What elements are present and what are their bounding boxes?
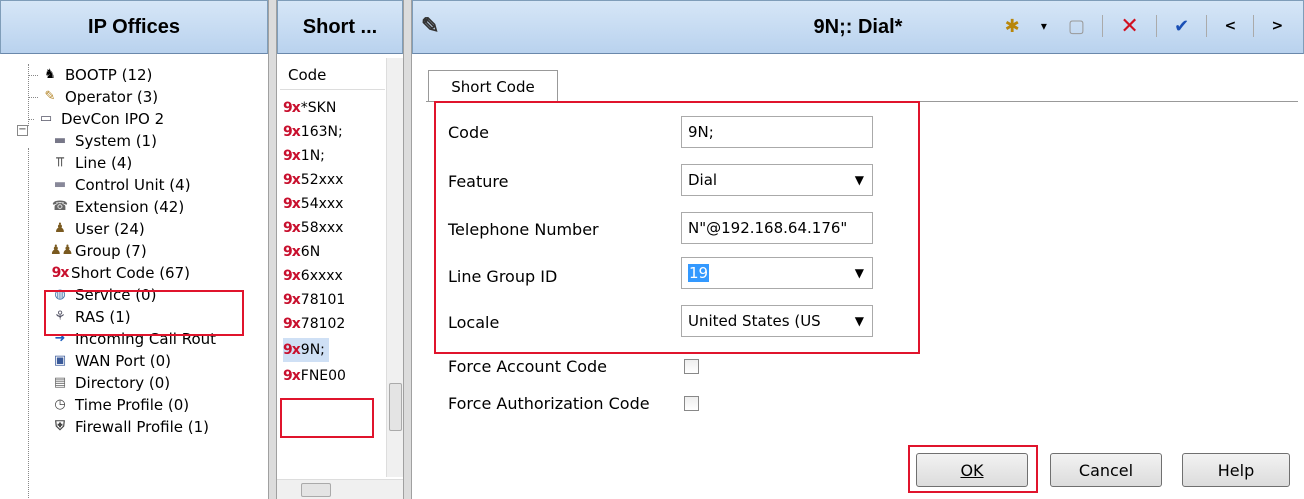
list-item[interactable]: 9x FNE00 [283,364,346,388]
force-authorization-code-label: Force Authorization Code [448,393,650,413]
wan-port-icon: ▣ [53,353,67,368]
tree-item-group[interactable]: ♟♟ Group (7) [50,240,147,262]
collapse-icon[interactable]: − [17,125,28,136]
help-button[interactable]: Help [1182,453,1290,487]
dropdown-icon[interactable]: ▾ [1037,19,1051,33]
scrollbar-thumb[interactable] [301,483,331,497]
force-authorization-code-checkbox[interactable] [684,396,699,411]
short-code-icon: 9x [283,172,301,188]
tree-view: − ♞ BOOTP (12) ✎ Operator (3) ▭ DevCon I… [0,64,268,499]
short-code-icon: 9x [51,265,70,281]
delete-icon[interactable]: ✕ [1116,14,1142,39]
navigation-tree-pane: IP Offices − ♞ BOOTP (12) ✎ Operator (3)… [0,0,268,499]
list-item[interactable]: 9x 6xxxx [283,264,343,288]
column-header-code[interactable]: Code [280,60,385,90]
tree-item-wan-port[interactable]: ▣ WAN Port (0) [50,350,171,372]
list-item-selected[interactable]: 9x 9N; [283,338,329,362]
list-item[interactable]: 9x *SKN [283,96,336,120]
short-code-icon: 9x [283,268,301,284]
extension-icon: ☎ [51,199,69,214]
tree-item-devcon-ipo[interactable]: ▭ DevCon IPO 2 [28,108,164,130]
short-code-icon: 9x [283,124,301,140]
directory-icon: ▤ [53,375,67,390]
horizontal-scrollbar[interactable] [277,479,403,499]
tree-item-user[interactable]: ♟ User (24) [50,218,145,240]
list-item[interactable]: 9x 6N [283,240,320,264]
short-code-icon: 9x [283,100,301,116]
short-code-icon: 9x [283,292,301,308]
highlight-short-code-tree [44,290,244,336]
list-item[interactable]: 9x 78102 [283,312,345,336]
time-profile-icon: ◷ [54,397,66,412]
system-icon: ▬ [53,133,67,148]
force-account-code-checkbox[interactable] [684,359,699,374]
record-toolbar: ✱ ▾ ▢ ✕ ✔ < > [994,6,1294,46]
tree-item-bootp[interactable]: ♞ BOOTP (12) [28,64,152,86]
record-title: 9N;: Dial* [813,15,903,38]
vertical-scrollbar[interactable] [386,58,403,477]
validate-icon[interactable]: ✔ [1170,16,1193,37]
bootp-icon: ♞ [44,67,56,82]
list-item[interactable]: 9x 78101 [283,288,345,312]
firewall-profile-icon: ⛨ [55,419,65,434]
operator-icon: ✎ [44,89,56,104]
next-icon[interactable]: > [1268,18,1288,34]
export-icon[interactable]: ▢ [1064,16,1089,37]
pane-title: IP Offices [0,0,268,54]
previous-icon[interactable]: < [1221,18,1241,34]
highlight-form-fields [434,101,920,354]
tree-item-directory[interactable]: ▤ Directory (0) [50,372,170,394]
right-splitter[interactable] [403,0,412,499]
tab-short-code[interactable]: Short Code [428,70,558,102]
tree-item-operator[interactable]: ✎ Operator (3) [28,86,158,108]
control-unit-icon: ▬ [53,177,67,192]
tree-item-line[interactable]: ⫪ Line (4) [50,152,132,174]
force-account-code-label: Force Account Code [448,356,608,376]
ipoffice-icon: ▭ [39,111,53,126]
tree-item-time-profile[interactable]: ◷ Time Profile (0) [50,394,189,416]
edit-record-icon: ✎ [421,13,440,38]
short-code-icon: 9x [283,368,301,384]
tree-item-control-unit[interactable]: ▬ Control Unit (4) [50,174,191,196]
list-item[interactable]: 9x 52xxx [283,168,343,192]
short-code-icon: 9x [283,148,301,164]
short-code-icon: 9x [283,342,301,358]
list-item[interactable]: 9x 163N; [283,120,343,144]
tree-item-extension[interactable]: ☎ Extension (42) [50,196,184,218]
short-code-icon: 9x [283,196,301,212]
list-item[interactable]: 9x 54xxx [283,192,343,216]
short-code-icon: 9x [283,244,301,260]
highlight-ok-button [908,445,1038,493]
short-code-icon: 9x [283,220,301,236]
left-splitter[interactable] [268,0,277,499]
scrollbar-thumb[interactable] [389,383,402,431]
list-item[interactable]: 9x 1N; [283,144,325,168]
user-icon: ♟ [54,221,66,236]
cancel-button[interactable]: Cancel [1050,453,1162,487]
list-item[interactable]: 9x 58xxx [283,216,343,240]
tree-item-firewall-profile[interactable]: ⛨ Firewall Profile (1) [50,416,209,438]
new-record-icon[interactable]: ✱ [1001,16,1024,37]
tree-item-system[interactable]: ▬ System (1) [50,130,157,152]
tree-item-short-code[interactable]: 9x Short Code (67) [50,262,190,284]
highlight-selected-code [280,398,374,438]
pane-title: Short ... [277,0,403,54]
short-code-icon: 9x [283,316,301,332]
group-icon: ♟♟ [50,243,74,258]
line-icon: ⫪ [56,155,64,170]
